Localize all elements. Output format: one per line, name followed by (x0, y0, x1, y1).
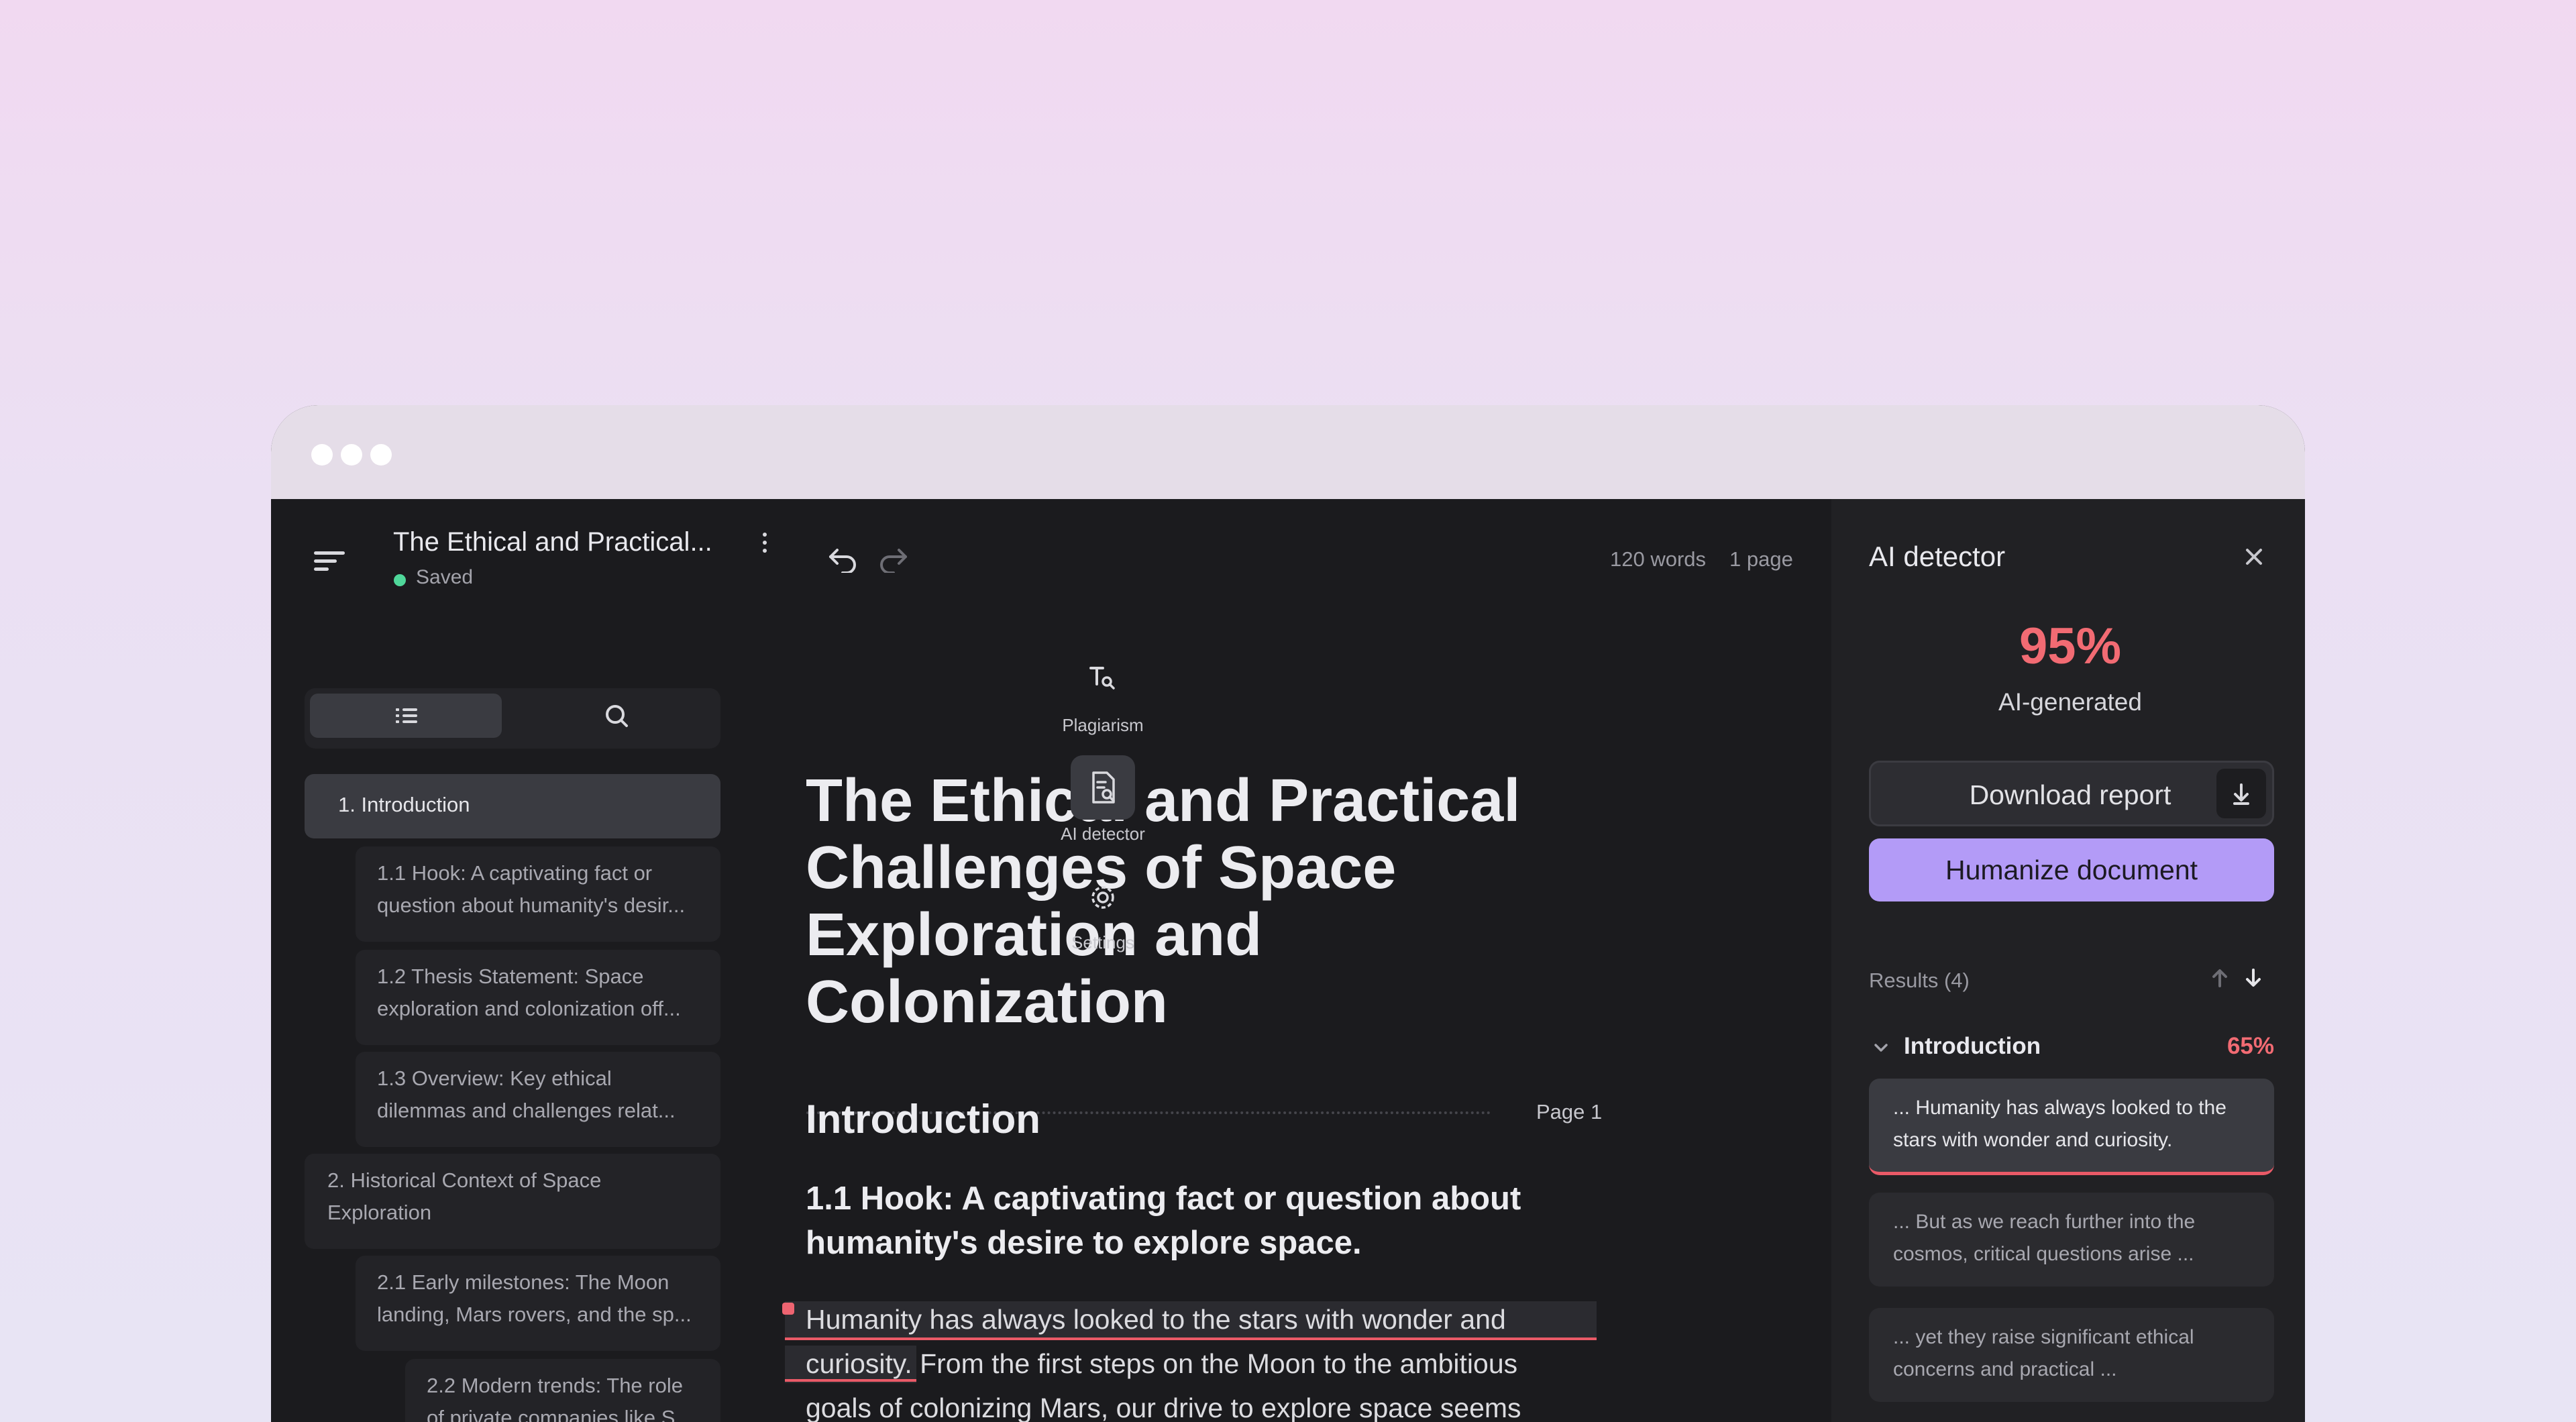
ai-flag-marker[interactable] (782, 1303, 794, 1315)
outline-item[interactable]: 1.3 Overview: Key ethical dilemmas and ch… (356, 1052, 720, 1147)
ai-score-label: AI-generated (1998, 688, 2142, 716)
page-label: Page 1 (1536, 1100, 1603, 1124)
search-view-button[interactable] (519, 694, 714, 738)
panel-title: AI detector (1869, 541, 2006, 572)
ai-detector-icon[interactable] (1071, 755, 1135, 820)
paragraph-line: goals of colonizing Mars, our drive to e… (806, 1392, 1521, 1422)
outline-item[interactable]: 2. Historical Context of Space Exploratio… (305, 1154, 720, 1249)
section-heading[interactable]: Introduction (806, 1096, 1040, 1142)
result-section-score: 65% (2226, 1033, 2274, 1059)
document-heading[interactable]: The Ethical and Practical Challenges of … (806, 767, 1564, 1036)
redo-icon[interactable] (879, 546, 908, 574)
plagiarism-label[interactable]: Plagiarism (1056, 715, 1150, 736)
window-titlebar (271, 405, 2305, 499)
save-status: Saved (416, 566, 474, 588)
document-title[interactable]: The Ethical and Practical... (393, 527, 712, 557)
result-text: ... But as we reach further into the (1893, 1211, 2196, 1233)
result-text: cosmos, critical questions arise ... (1893, 1243, 2194, 1265)
ai-score: 95% (2019, 618, 2122, 675)
window-dot[interactable] (341, 444, 362, 466)
arrow-down-icon[interactable] (2242, 965, 2265, 991)
humanize-document-button[interactable]: Humanize document (1869, 838, 2274, 901)
menu-icon[interactable] (314, 551, 345, 571)
settings-icon[interactable] (1071, 865, 1135, 930)
result-card[interactable]: ... Humanity has always looked to the st… (1869, 1079, 2274, 1175)
saved-status-dot (394, 574, 406, 586)
outline-item[interactable]: 1. Introduction (305, 774, 720, 838)
result-text: stars with wonder and curiosity. (1893, 1129, 2173, 1151)
result-section-title[interactable]: Introduction (1904, 1033, 2041, 1060)
plagiarism-icon[interactable] (1071, 645, 1135, 710)
download-icon[interactable] (2216, 769, 2266, 818)
outline-item[interactable]: 1.2 Thesis Statement: Space exploration a… (356, 950, 720, 1045)
result-text: concerns and practical ... (1893, 1358, 2117, 1380)
results-count: Results (4) (1869, 969, 1970, 992)
arrow-up-icon[interactable] (2208, 965, 2231, 991)
subsection-heading[interactable]: 1.1 Hook: A captivating fact or question… (806, 1177, 1584, 1265)
close-icon[interactable] (2241, 543, 2267, 570)
undo-icon[interactable] (828, 546, 857, 574)
window-dot[interactable] (370, 444, 392, 466)
word-count: 120 words (1610, 547, 1707, 571)
result-text: ... Humanity has always looked to the (1893, 1097, 2226, 1119)
paragraph-line: Humanity has always looked to the stars … (806, 1304, 1506, 1335)
result-text: ... yet they raise significant ethical (1893, 1326, 2194, 1348)
app-window: The Ethical and Practical... Saved 120 w… (271, 405, 2305, 1422)
outline-item[interactable]: 2.2 Modern trends: The role of private co… (405, 1359, 720, 1422)
settings-label[interactable]: Settings (1056, 932, 1150, 953)
page-count: 1 page (1729, 547, 1793, 571)
more-options-icon[interactable] (757, 531, 773, 555)
window-dot[interactable] (311, 444, 333, 466)
download-report-label[interactable]: Download report (1869, 779, 2271, 811)
list-icon (396, 708, 417, 723)
outline-item[interactable]: 1.1 Hook: A captivating fact or question … (356, 846, 720, 942)
result-card[interactable]: ... But as we reach further into the cos… (1869, 1193, 2274, 1287)
ai-detector-label[interactable]: AI detector (1056, 824, 1150, 844)
outline-view-button[interactable] (310, 694, 502, 738)
paragraph-line: curiosity. From the first steps on the M… (806, 1348, 1518, 1379)
body-paragraph[interactable]: Humanity has always looked to the stars … (806, 1297, 1597, 1422)
outline-item[interactable]: 2.1 Early milestones: The Moon landing, M… (356, 1256, 720, 1351)
result-card[interactable]: ... yet they raise significant ethical c… (1869, 1308, 2274, 1402)
search-icon (606, 705, 628, 727)
chevron-down-icon[interactable] (1870, 1038, 1892, 1057)
